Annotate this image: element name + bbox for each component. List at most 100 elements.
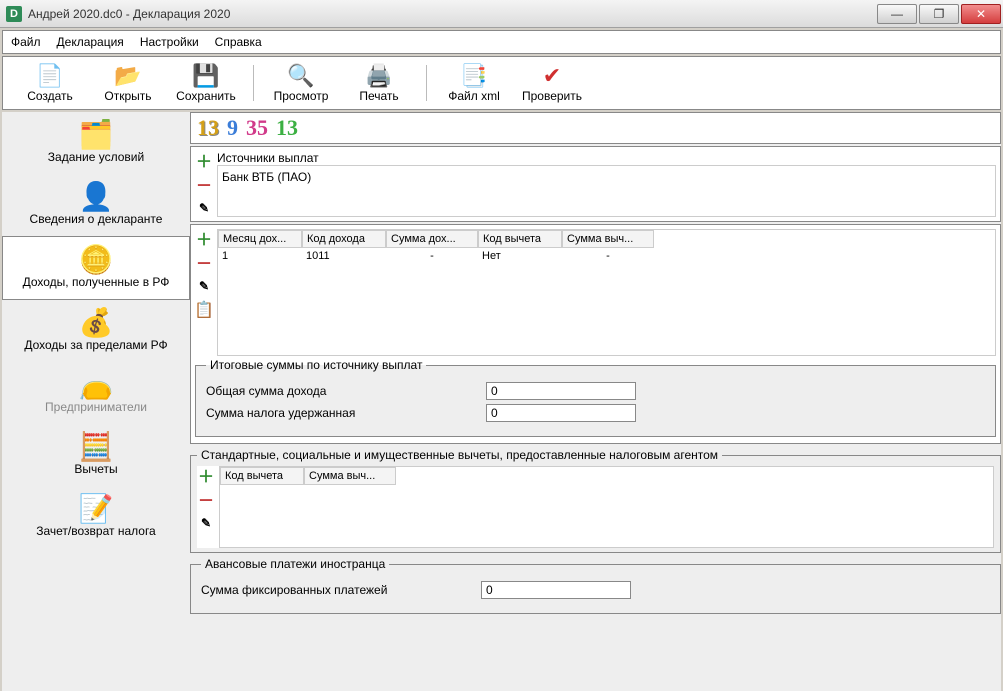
deduction-add-button[interactable]: ＋ [197,466,215,484]
income-delete-button[interactable]: － [195,253,213,271]
entrepreneur-icon: 👝 [6,368,186,400]
create-button[interactable]: 📄 Создать [11,61,89,105]
toolbar-separator [426,65,427,101]
filexml-label: Файл xml [448,89,500,103]
folder-open-icon: 📂 [114,63,141,89]
open-button[interactable]: 📂 Открыть [89,61,167,105]
window-title: Андрей 2020.dc0 - Декларация 2020 [28,7,877,21]
cell-dedcode: Нет [478,248,562,264]
sidebar-label: Задание условий [6,150,186,164]
source-row[interactable]: Банк ВТБ (ПАО) [222,170,991,184]
main-area: 13 9 35 13 ＋ － ✎ Источники выплат Банк В… [190,112,1001,691]
rate-tab-13[interactable]: 13 [197,115,219,141]
total-income-label: Общая сумма дохода [206,384,486,398]
sidebar-item-declarant[interactable]: 👤 Сведения о декларанте [2,174,190,236]
print-label: Печать [359,89,398,103]
menu-file[interactable]: Файл [11,35,41,49]
print-button[interactable]: 🖨️ Печать [340,61,418,105]
sidebar-item-refund[interactable]: 📝 Зачет/возврат налога [2,486,190,548]
sidebar-label: Доходы, полученные в РФ [7,275,185,289]
sidebar-item-entrepreneur: 👝 Предприниматели [2,362,190,424]
deductions-icon: 🧮 [6,430,186,462]
menu-help[interactable]: Справка [215,35,262,49]
advance-legend: Авансовые платежи иностранца [201,557,389,571]
sidebar-item-conditions[interactable]: 🗂️ Задание условий [2,112,190,174]
th-ded-sum[interactable]: Сумма выч... [304,467,396,485]
th-ded-code[interactable]: Код вычета [220,467,304,485]
income-copy-button[interactable]: 📋 [195,301,213,319]
sidebar-label: Вычеты [6,462,186,476]
save-icon: 💾 [192,63,219,89]
incomes-table[interactable]: Месяц дох... Код дохода Сумма дох... Код… [217,229,996,356]
deduction-delete-button[interactable]: － [197,490,215,508]
source-edit-button[interactable]: ✎ [195,199,213,217]
sources-list[interactable]: Банк ВТБ (ПАО) [217,165,996,217]
check-label: Проверить [522,89,582,103]
preview-icon: 🔍 [287,63,314,89]
check-button[interactable]: ✔ Проверить [513,61,591,105]
sidebar-label: Сведения о декларанте [6,212,186,226]
declarant-icon: 👤 [6,180,186,212]
rate-tab-13b[interactable]: 13 [276,115,298,141]
menu-settings[interactable]: Настройки [140,35,199,49]
toolbar: 📄 Создать 📂 Открыть 💾 Сохранить 🔍 Просмо… [2,56,1001,110]
print-icon: 🖨️ [365,63,392,89]
source-add-button[interactable]: ＋ [195,151,213,169]
create-label: Создать [27,89,73,103]
rate-tab-35[interactable]: 35 [246,115,268,141]
open-label: Открыть [104,89,151,103]
save-button[interactable]: 💾 Сохранить [167,61,245,105]
th-dedcode[interactable]: Код вычета [478,230,562,248]
source-delete-button[interactable]: － [195,175,213,193]
total-income-input[interactable] [486,382,636,400]
toolbar-separator [253,65,254,101]
refund-icon: 📝 [6,492,186,524]
conditions-icon: 🗂️ [6,118,186,150]
rate-tabs: 13 9 35 13 [190,112,1001,144]
sidebar-label: Доходы за пределами РФ [6,338,186,352]
incomes-panel: ＋ － ✎ 📋 Месяц дох... Код дохода Сумма до… [190,224,1001,444]
tax-withheld-input[interactable] [486,404,636,422]
sources-panel: ＋ － ✎ Источники выплат Банк ВТБ (ПАО) [190,146,1001,222]
maximize-button[interactable]: ❐ [919,4,959,24]
income-edit-button[interactable]: ✎ [195,277,213,295]
filexml-button[interactable]: 📑 Файл xml [435,61,513,105]
fixed-payments-input[interactable] [481,581,631,599]
sidebar-item-income-foreign[interactable]: 💰 Доходы за пределами РФ [2,300,190,362]
titlebar: D Андрей 2020.dc0 - Декларация 2020 — ❐ … [0,0,1003,28]
th-code[interactable]: Код дохода [302,230,386,248]
menu-declaration[interactable]: Декларация [57,35,124,49]
agent-deductions-legend: Стандартные, социальные и имущественные … [197,448,722,462]
th-dedsum[interactable]: Сумма выч... [562,230,654,248]
th-month[interactable]: Месяц дох... [218,230,302,248]
th-sum[interactable]: Сумма дох... [386,230,478,248]
sidebar: 🗂️ Задание условий 👤 Сведения о декларан… [2,112,190,691]
agent-deductions-fieldset: Стандартные, социальные и имущественные … [190,448,1001,553]
tax-withheld-label: Сумма налога удержанная [206,406,486,420]
close-button[interactable]: ✕ [961,4,1001,24]
sources-title: Источники выплат [217,151,996,165]
deductions-table[interactable]: Код вычета Сумма выч... [219,466,994,548]
deduction-edit-button[interactable]: ✎ [197,514,215,532]
income-row[interactable]: 1 1011 - Нет - [218,248,995,264]
fixed-payments-label: Сумма фиксированных платежей [201,583,481,597]
income-add-button[interactable]: ＋ [195,229,213,247]
cell-sum: - [386,248,478,264]
income-foreign-icon: 💰 [6,306,186,338]
sidebar-label: Предприниматели [6,400,186,414]
rate-tab-9[interactable]: 9 [227,115,238,141]
preview-button[interactable]: 🔍 Просмотр [262,61,340,105]
cell-month: 1 [218,248,302,264]
income-rf-icon: 🪙 [7,243,185,275]
advance-fieldset: Авансовые платежи иностранца Сумма фикси… [190,557,1001,614]
sidebar-item-income-rf[interactable]: 🪙 Доходы, полученные в РФ [2,236,190,300]
sidebar-label: Зачет/возврат налога [6,524,186,538]
sidebar-item-deductions[interactable]: 🧮 Вычеты [2,424,190,486]
app-icon: D [6,6,22,22]
check-icon: ✔ [543,63,561,89]
preview-label: Просмотр [274,89,329,103]
file-new-icon: 📄 [36,63,63,89]
cell-dedsum: - [562,248,654,264]
menubar: Файл Декларация Настройки Справка [2,30,1001,54]
minimize-button[interactable]: — [877,4,917,24]
